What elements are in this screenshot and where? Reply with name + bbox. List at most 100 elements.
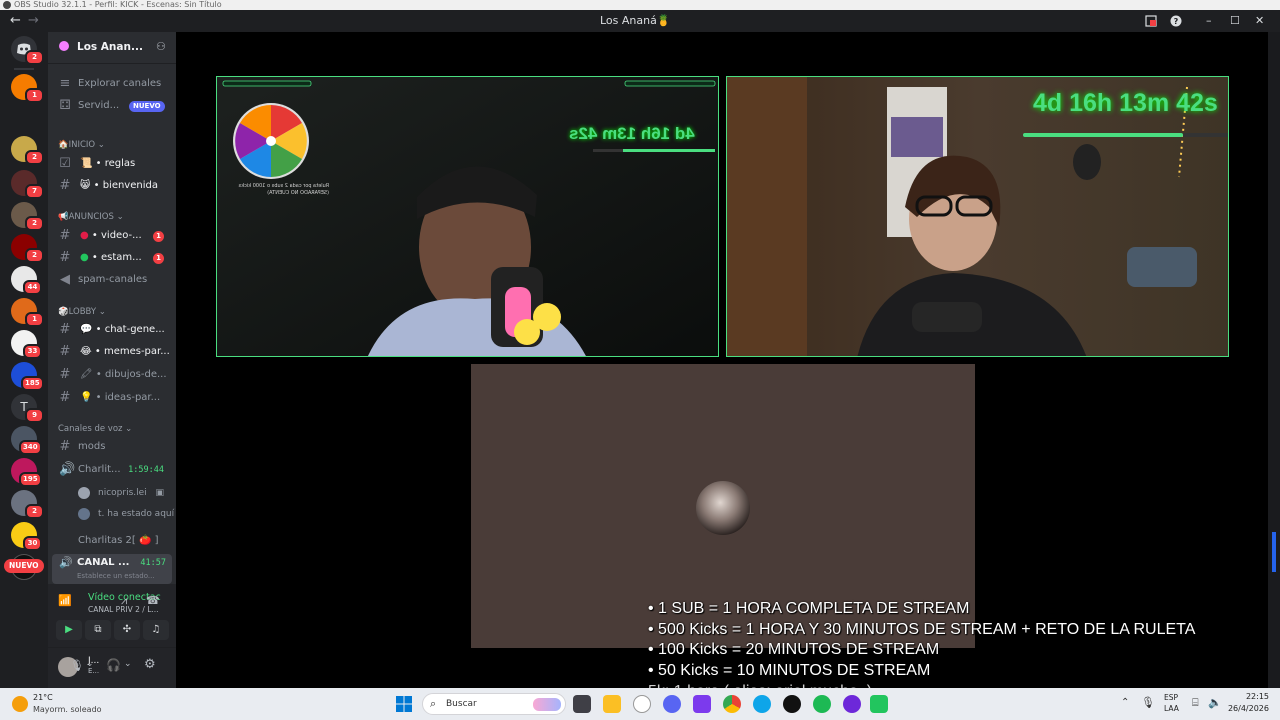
chrome-icon[interactable] — [723, 695, 741, 713]
server-icon-2[interactable]: 2 — [11, 136, 44, 165]
weather-sun-icon[interactable] — [12, 696, 28, 712]
participant-avatar[interactable] — [696, 481, 750, 535]
edge-icon[interactable] — [753, 695, 771, 713]
server-icon-6[interactable]: 44 — [11, 266, 42, 295]
server-icon-8[interactable]: 33 — [11, 330, 42, 359]
clock-time[interactable]: 22:15 — [1229, 692, 1269, 701]
settings-gear-icon[interactable]: ⚙ — [144, 657, 156, 672]
search-placeholder: Buscar — [446, 699, 477, 709]
chevron-down-icon[interactable]: ⌄ — [86, 659, 94, 669]
clock-date[interactable]: 26/4/2026 — [1222, 704, 1269, 713]
channel-ideas[interactable]: # 💡 • ideas-par... — [48, 388, 176, 408]
channel-memes[interactable]: # 😂 • memes-par... — [48, 342, 176, 362]
server-icon-11[interactable]: 340 — [11, 426, 42, 455]
new-servers-pill[interactable]: NUEVO — [4, 559, 44, 573]
voice-user-1[interactable]: nicopris.lei ▣ — [48, 483, 176, 503]
forward-arrow-icon[interactable]: → — [28, 10, 39, 32]
category-inicio[interactable]: 🏠INICIO ⌄ — [58, 140, 105, 150]
chatgpt-icon[interactable] — [633, 695, 651, 713]
screen-share-button[interactable]: ⧉ — [85, 620, 111, 640]
server-icon-14[interactable]: 30 — [11, 522, 42, 551]
app-icon-violet[interactable] — [843, 695, 861, 713]
server-icon-1[interactable]: 1 — [11, 74, 44, 103]
inbox-icon[interactable] — [1145, 10, 1157, 32]
server-icon-12[interactable]: 195 — [11, 458, 42, 487]
hash-icon: # — [59, 178, 71, 193]
voice-channel-canal[interactable]: 🔊 CANAL ... 41:57 Establece un estado... — [52, 554, 172, 584]
voice-channel-mods[interactable]: # mods — [48, 437, 176, 457]
server-badge: 1 — [25, 312, 44, 327]
server-icon-9[interactable]: 185 — [11, 362, 44, 391]
server-icon-3[interactable]: 7 — [11, 170, 44, 199]
spotify-icon[interactable] — [813, 695, 831, 713]
server-icon-13[interactable]: 2 — [11, 490, 44, 519]
channel-video[interactable]: # ● • video-... 1 — [48, 226, 176, 246]
network-icon[interactable]: ⌸ — [1192, 696, 1199, 710]
soundboard-button[interactable]: ♫ — [143, 620, 169, 640]
overlay-line-1: • 1 SUB = 1 HORA COMPLETA DE STREAM — [648, 600, 970, 617]
search-highlight-icon — [533, 698, 561, 711]
chevron-down-icon[interactable]: ⌄ — [124, 659, 132, 669]
voice-user-2[interactable]: t. ha estado aquí — [48, 504, 176, 524]
video-tile-1[interactable]: 4d 16h 13m 42s Ruleta por cada 2 subs o … — [216, 76, 719, 357]
channel-spam[interactable]: ◀ spam-canales — [48, 270, 176, 290]
speaker-icon: 🔊 — [59, 462, 76, 477]
svg-text:?: ? — [1174, 17, 1179, 26]
weather-temp[interactable]: 21°C — [33, 693, 53, 702]
help-icon[interactable]: ? — [1170, 10, 1182, 32]
user-panel: J... E... 🎙 ⌄ 🎧 ⌄ ⚙ — [48, 648, 176, 688]
explore-channels-link[interactable]: ≡ Explorar canales — [48, 74, 176, 94]
invite-user-icon[interactable]: ⚇ — [156, 40, 166, 53]
channel-reglas[interactable]: ☑ 📜 • reglas — [48, 154, 176, 174]
category-voice[interactable]: Canales de voz ⌄ — [58, 424, 132, 434]
close-icon[interactable]: ✕ — [1255, 10, 1264, 32]
voice-channel-charlitas2[interactable]: Charlitas 2[ 🍅 ] — [48, 531, 176, 551]
minimize-icon[interactable]: – — [1206, 10, 1212, 32]
language-code[interactable]: ESP — [1164, 693, 1178, 702]
channel-bienvenida[interactable]: # 😸 • bienvenida — [48, 176, 176, 196]
noise-suppression-icon[interactable]: ⩘ — [121, 594, 127, 608]
servers-link[interactable]: ⚃ Servid... NUEVO — [48, 96, 176, 116]
video-stage: 4d 16h 13m 42s Ruleta por cada 2 subs o … — [176, 32, 1268, 700]
mic-tray-icon[interactable]: 🎙 — [1141, 696, 1155, 709]
activities-button[interactable]: ✣ — [114, 620, 140, 640]
discord-home-icon[interactable]: 2 — [11, 36, 44, 65]
category-lobby[interactable]: 🎲LOBBY ⌄ — [58, 307, 106, 317]
chevron-up-icon[interactable]: ⌃ — [1121, 697, 1129, 708]
back-arrow-icon[interactable]: ← — [10, 10, 21, 32]
voice-user-name: t. ha estado aquí — [98, 509, 175, 519]
task-view-icon[interactable] — [573, 695, 591, 713]
server-icon-4[interactable]: 2 — [11, 202, 44, 231]
scrollbar-thumb[interactable] — [1272, 532, 1276, 572]
weather-desc[interactable]: Mayorm. soleado — [33, 705, 102, 714]
server-icon-5[interactable]: 2 — [11, 234, 44, 263]
taskbar-search[interactable]: ⌕ Buscar — [422, 693, 566, 715]
disconnect-icon[interactable]: ☎ — [146, 594, 160, 607]
app-icon-green[interactable] — [870, 695, 888, 713]
category-anuncios[interactable]: 📢ANUNCIOS ⌄ — [58, 212, 124, 222]
channel-estam[interactable]: # ● • estam... 1 — [48, 248, 176, 268]
channel-label: ideas-par... — [104, 392, 161, 403]
right-scrollbar[interactable] — [1268, 32, 1280, 688]
discord-icon[interactable] — [663, 695, 681, 713]
volume-icon[interactable]: 🔈 — [1208, 696, 1222, 709]
camera-button[interactable]: ▶ — [56, 620, 82, 640]
app-icon-purple[interactable] — [693, 695, 711, 713]
server-icon-10[interactable]: T9 — [11, 394, 44, 423]
channel-chat[interactable]: # 💬 • chat-gene... — [48, 320, 176, 340]
channel-dibujos[interactable]: # 🖍 • dibujos-de... — [48, 365, 176, 385]
microphone-icon[interactable]: 🎙 — [70, 659, 84, 672]
server-badge: 2 — [25, 504, 44, 519]
server-icon-7[interactable]: 1 — [11, 298, 44, 327]
server-header[interactable]: Los Anan... ⚇ — [48, 32, 176, 64]
obs-title: OBS Studio 32.1.1 - Perfil: KICK - Escen… — [14, 0, 222, 9]
obs-icon[interactable] — [783, 695, 801, 713]
video-tile-2[interactable]: 4d 16h 13m 42s — [726, 76, 1229, 357]
channel-label: mods — [78, 441, 106, 452]
file-explorer-icon[interactable] — [603, 695, 621, 713]
windows-start-icon[interactable] — [396, 696, 412, 716]
maximize-icon[interactable]: ☐ — [1230, 10, 1240, 32]
voice-channel-charlitas[interactable]: 🔊 Charlit... 1:59:44 — [48, 460, 176, 480]
headphones-icon[interactable]: 🎧 — [106, 658, 121, 672]
keyboard-layout[interactable]: LAA — [1164, 704, 1179, 713]
